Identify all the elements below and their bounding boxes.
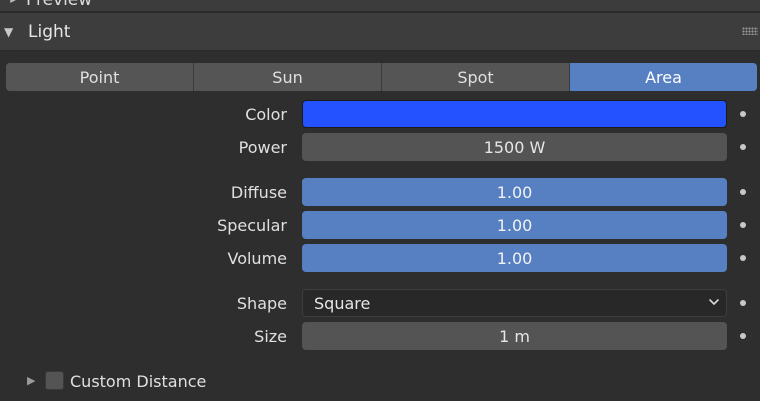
preview-panel-title: Preview — [26, 0, 92, 10]
triangle-right-icon[interactable]: ▸ — [0, 0, 26, 6]
preview-panel-header[interactable]: ▸ Preview — [0, 0, 760, 12]
keyframe-dot-icon[interactable] — [740, 300, 746, 306]
size-field[interactable]: 1 m — [302, 322, 727, 350]
light-panel-header[interactable]: ▼ Light — [0, 13, 760, 51]
custom-distance-subpanel[interactable]: ▶ Custom Distance — [0, 369, 760, 395]
shape-label: Shape — [236, 293, 287, 313]
diffuse-row: Diffuse 1.00 — [0, 178, 760, 206]
light-panel-title: Light — [28, 21, 71, 42]
chevron-down-icon — [709, 299, 719, 305]
light-panel-body: Point Sun Spot Area Color Power 1500 W D… — [0, 51, 760, 401]
light-type-sun-button[interactable]: Sun — [194, 63, 382, 91]
size-row: Size 1 m — [0, 322, 760, 350]
diffuse-slider[interactable]: 1.00 — [302, 178, 727, 206]
diffuse-label: Diffuse — [230, 182, 287, 202]
specular-slider[interactable]: 1.00 — [302, 211, 727, 239]
size-label: Size — [254, 326, 287, 346]
custom-distance-label: Custom Distance — [70, 372, 207, 391]
color-swatch[interactable] — [302, 100, 727, 128]
specular-row: Specular 1.00 — [0, 211, 760, 239]
keyframe-dot-icon[interactable] — [740, 111, 746, 117]
keyframe-dot-icon[interactable] — [740, 189, 746, 195]
custom-distance-checkbox[interactable] — [45, 371, 64, 390]
keyframe-dot-icon[interactable] — [740, 222, 746, 228]
shape-row: Shape Square — [0, 289, 760, 317]
volume-row: Volume 1.00 — [0, 244, 760, 272]
power-label: Power — [238, 137, 287, 157]
color-row: Color — [0, 100, 760, 128]
color-label: Color — [245, 104, 287, 124]
light-type-spot-button[interactable]: Spot — [382, 63, 570, 91]
specular-label: Specular — [217, 215, 287, 235]
keyframe-dot-icon[interactable] — [740, 255, 746, 261]
power-row: Power 1500 W — [0, 133, 760, 161]
shape-dropdown[interactable]: Square — [302, 289, 727, 317]
drag-grip-icon[interactable] — [742, 27, 758, 35]
volume-label: Volume — [227, 248, 287, 268]
light-type-point-button[interactable]: Point — [6, 63, 194, 91]
keyframe-dot-icon[interactable] — [740, 144, 746, 150]
keyframe-dot-icon[interactable] — [740, 333, 746, 339]
shape-dropdown-value: Square — [314, 293, 371, 313]
volume-slider[interactable]: 1.00 — [302, 244, 727, 272]
power-field[interactable]: 1500 W — [302, 133, 727, 161]
triangle-right-icon[interactable]: ▶ — [27, 374, 35, 387]
triangle-down-icon[interactable]: ▼ — [0, 25, 28, 39]
light-type-selector: Point Sun Spot Area — [6, 63, 757, 91]
light-type-area-button[interactable]: Area — [570, 63, 757, 91]
properties-editor: ▸ Preview ▼ Light Point Sun Spot Area Co… — [0, 0, 760, 401]
